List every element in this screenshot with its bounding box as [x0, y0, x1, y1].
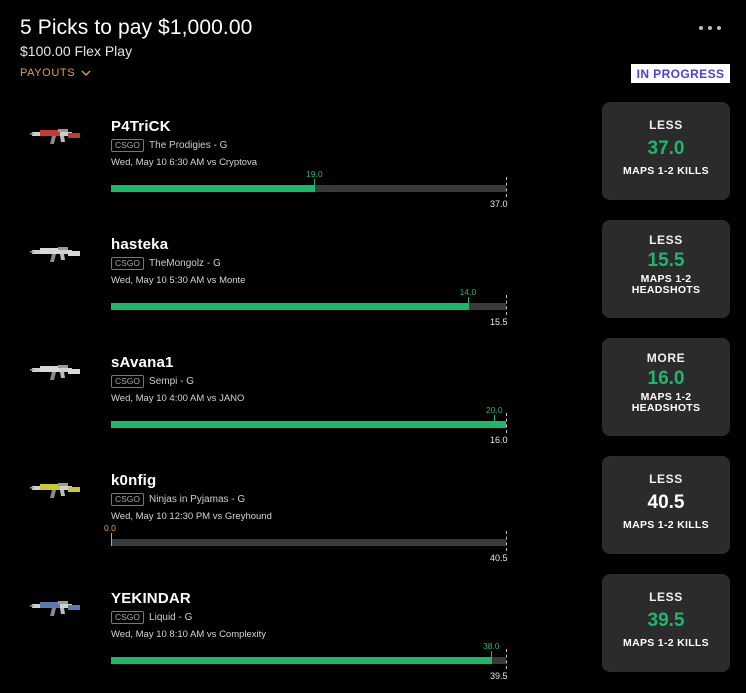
pick-direction: LESS — [649, 472, 683, 486]
pick-direction: LESS — [649, 590, 683, 604]
line-marker — [506, 177, 507, 197]
team-row: CSGO The Prodigies - G — [111, 139, 227, 152]
progress-fill — [111, 303, 468, 310]
pick-card[interactable]: LESS 37.0 MAPS 1-2 KILLS — [602, 102, 730, 200]
team-row: CSGO Ninjas in Pyjamas - G — [111, 493, 245, 506]
player-name: hasteka — [111, 236, 169, 253]
pick-stat: MAPS 1-2 KILLS — [623, 637, 709, 649]
line-marker — [506, 531, 507, 551]
team-row: CSGO Sempi - G — [111, 375, 194, 388]
player-name: k0nfig — [111, 472, 157, 489]
header-title: 5 Picks to pay $1,000.00 — [20, 16, 253, 39]
payouts-toggle[interactable]: PAYOUTS — [20, 67, 91, 79]
pick-direction: LESS — [649, 118, 683, 132]
current-value: 19.0 — [306, 169, 323, 179]
pick-card[interactable]: MORE 16.0 MAPS 1-2 HEADSHOTS — [602, 338, 730, 436]
progress-fill — [111, 185, 315, 192]
pick-card[interactable]: LESS 15.5 MAPS 1-2 HEADSHOTS — [602, 220, 730, 318]
pick-card[interactable]: LESS 39.5 MAPS 1-2 KILLS — [602, 574, 730, 672]
line-marker — [506, 649, 507, 669]
line-value: 39.5 — [490, 671, 508, 681]
match-time: Wed, May 10 6:30 AM vs Cryptova — [111, 157, 258, 168]
chevron-down-icon — [81, 70, 91, 76]
more-horizontal-icon — [699, 26, 703, 30]
progress-fill — [111, 421, 506, 428]
pick-direction: LESS — [649, 233, 683, 247]
progress-marker — [314, 179, 316, 192]
progress-marker — [490, 651, 492, 664]
game-badge: CSGO — [111, 375, 145, 388]
pick-line-value: 16.0 — [647, 368, 685, 389]
status-badge: IN PROGRESS — [631, 64, 730, 83]
game-badge: CSGO — [111, 257, 145, 270]
rifle-icon — [30, 365, 80, 380]
current-value: 0.0 — [104, 523, 116, 533]
progress-marker — [467, 297, 469, 310]
pick-stat: MAPS 1-2 HEADSHOTS — [631, 273, 701, 296]
game-badge: CSGO — [111, 139, 145, 152]
rifle-icon — [30, 129, 80, 144]
player-name: YEKINDAR — [111, 590, 191, 607]
team-row: CSGO TheMongolz - G — [111, 257, 221, 270]
payouts-label: PAYOUTS — [20, 67, 76, 79]
progress-marker — [111, 533, 112, 546]
pick-direction: MORE — [646, 351, 686, 365]
pick-line-value: 40.5 — [647, 492, 685, 513]
progress-track — [111, 421, 506, 428]
game-badge: CSGO — [111, 493, 145, 506]
progress-track — [111, 303, 506, 310]
line-value: 37.0 — [490, 199, 508, 209]
match-time: Wed, May 10 8:10 AM vs Complexity — [111, 629, 267, 640]
team-label: The Prodigies - G — [149, 140, 228, 151]
pick-line-value: 37.0 — [647, 138, 685, 159]
line-marker — [506, 295, 507, 315]
rifle-icon — [30, 483, 80, 498]
progress-track — [111, 539, 506, 546]
progress-marker — [494, 415, 495, 428]
player-name: P4TriCK — [111, 118, 171, 135]
match-time: Wed, May 10 4:00 AM vs JANO — [111, 393, 245, 404]
team-row: CSGO Liquid - G — [111, 611, 192, 624]
line-value: 15.5 — [490, 317, 508, 327]
line-value: 40.5 — [490, 553, 508, 563]
rifle-icon — [30, 601, 80, 616]
rifle-icon — [30, 247, 80, 262]
line-value: 16.0 — [490, 435, 508, 445]
progress-track — [111, 657, 506, 664]
pick-card[interactable]: LESS 40.5 MAPS 1-2 KILLS — [602, 456, 730, 554]
match-time: Wed, May 10 5:30 AM vs Monte — [111, 275, 246, 286]
more-options-button[interactable] — [699, 20, 731, 36]
pick-stat: MAPS 1-2 HEADSHOTS — [631, 391, 701, 414]
current-value: 20.0 — [486, 405, 503, 415]
pick-line-value: 39.5 — [647, 610, 685, 631]
pick-line-value: 15.5 — [647, 250, 685, 271]
team-label: Ninjas in Pyjamas - G — [149, 494, 246, 505]
pick-stat: MAPS 1-2 KILLS — [623, 519, 709, 531]
team-label: Sempi - G — [149, 376, 195, 387]
pick-stat: MAPS 1-2 KILLS — [623, 165, 709, 177]
player-name: sAvana1 — [111, 354, 174, 371]
progress-track — [111, 185, 506, 192]
game-badge: CSGO — [111, 611, 145, 624]
line-marker — [506, 413, 507, 433]
team-label: TheMongolz - G — [149, 258, 221, 269]
team-label: Liquid - G — [149, 612, 193, 623]
current-value: 38.0 — [482, 641, 500, 651]
header-subtitle: $100.00 Flex Play — [20, 43, 133, 59]
match-time: Wed, May 10 12:30 PM vs Greyhound — [111, 511, 272, 522]
current-value: 14.0 — [459, 287, 477, 297]
progress-fill — [111, 657, 491, 664]
